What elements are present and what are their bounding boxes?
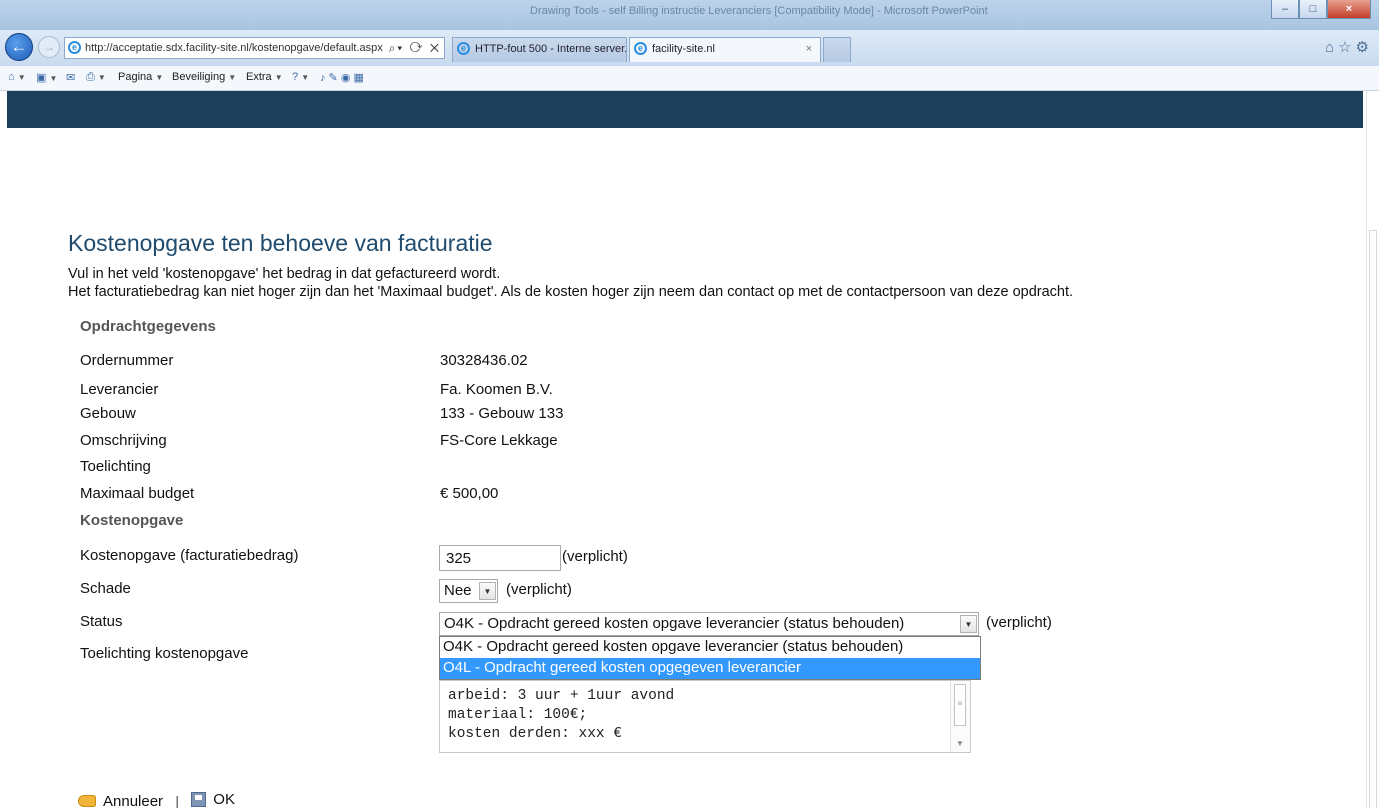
browser-icons: ⌂☆⚙ bbox=[1325, 38, 1373, 56]
budget-value: € 500,00 bbox=[440, 485, 499, 502]
form-actions: Annuleer | OK bbox=[78, 791, 235, 808]
site-header-banner bbox=[7, 91, 1363, 128]
schade-select[interactable]: Nee ▼ bbox=[439, 579, 498, 603]
textarea-scroll-thumb[interactable]: ≡ bbox=[954, 684, 966, 726]
window-titlebar: Drawing Tools - self Billing instructie … bbox=[0, 0, 1379, 30]
schade-required-text: (verplicht) bbox=[506, 581, 572, 598]
feeds-menu[interactable]: ▣ ▼ bbox=[36, 71, 57, 84]
tab-label: facility-site.nl bbox=[652, 43, 715, 55]
maximize-button[interactable]: □ bbox=[1299, 0, 1327, 19]
window-title: Drawing Tools - self Billing instructie … bbox=[530, 5, 988, 17]
leverancier-value: Fa. Koomen B.V. bbox=[440, 381, 553, 398]
save-disk-icon bbox=[191, 792, 207, 807]
print-menu[interactable]: ⎙ ▼ bbox=[86, 71, 106, 84]
feeds-icon: ▣ bbox=[36, 72, 47, 84]
amount-label: Kostenopgave (facturatiebedrag) bbox=[80, 547, 299, 564]
ie-tab-icon: e bbox=[457, 42, 470, 55]
pagina-menu[interactable]: Pagina ▼ bbox=[118, 71, 163, 83]
address-bar[interactable]: e http://acceptatie.sdx.facility-site.nl… bbox=[64, 37, 445, 59]
toelichting-textarea[interactable]: arbeid: 3 uur + 1uur avond materiaal: 10… bbox=[439, 680, 971, 753]
home-icon[interactable]: ⌂ bbox=[1325, 39, 1338, 56]
intro-text-line-1: Vul in het veld 'kostenopgave' het bedra… bbox=[68, 266, 501, 282]
mail-icon: ✉ bbox=[66, 72, 76, 84]
action-separator: | bbox=[175, 794, 180, 808]
address-tools[interactable]: ⌕▾ ⟳ ✕ bbox=[385, 38, 441, 58]
tab-http-error[interactable]: e HTTP-fout 500 - Interne server... bbox=[452, 37, 627, 62]
status-required-text: (verplicht) bbox=[986, 614, 1052, 631]
new-tab-button[interactable] bbox=[823, 37, 851, 62]
toelichting-kostenopgave-label: Toelichting kostenopgave bbox=[80, 645, 249, 662]
budget-label: Maximaal budget bbox=[80, 485, 195, 502]
gear-icon[interactable]: ⚙ bbox=[1356, 39, 1373, 56]
status-select[interactable]: O4K - Opdracht gereed kosten opgave leve… bbox=[439, 612, 979, 636]
section-title-order: Opdrachtgegevens bbox=[80, 318, 216, 335]
ordernummer-value: 30328436.02 bbox=[440, 352, 528, 369]
home-menu[interactable]: ⌂ ▼ bbox=[8, 71, 26, 83]
addon-icons[interactable]: ♪ ✎ ◉ ▦ bbox=[320, 71, 364, 84]
textarea-line: kosten derden: xxx € bbox=[448, 726, 623, 742]
status-option[interactable]: O4K - Opdracht gereed kosten opgave leve… bbox=[440, 637, 980, 658]
tab-label: HTTP-fout 500 - Interne server... bbox=[475, 43, 627, 55]
close-window-button[interactable]: × bbox=[1327, 0, 1371, 19]
gebouw-label: Gebouw bbox=[80, 405, 136, 422]
status-option-highlighted[interactable]: O4L - Opdracht gereed kosten opgegeven l… bbox=[440, 658, 980, 679]
scroll-down-icon[interactable]: ▼ bbox=[956, 739, 964, 748]
leverancier-label: Leverancier bbox=[80, 381, 159, 398]
amount-input[interactable] bbox=[439, 545, 561, 571]
amount-required-text: (verplicht) bbox=[562, 548, 628, 565]
page-title: Kostenopgave ten behoeve van facturatie bbox=[68, 230, 493, 256]
ie-tab-icon: e bbox=[634, 42, 647, 55]
home-icon: ⌂ bbox=[8, 71, 15, 83]
print-icon: ⎙ bbox=[86, 71, 95, 83]
scrollbar-thumb[interactable] bbox=[1369, 230, 1377, 808]
chevron-down-icon[interactable]: ▼ bbox=[479, 582, 496, 600]
ordernummer-label: Ordernummer bbox=[80, 352, 174, 369]
close-tab-icon[interactable]: × bbox=[806, 38, 812, 61]
status-label: Status bbox=[80, 613, 123, 630]
tab-facility-site[interactable]: e facility-site.nl × bbox=[629, 37, 821, 62]
section-title-cost: Kostenopgave bbox=[80, 512, 184, 529]
page-scrollbar[interactable] bbox=[1366, 91, 1379, 808]
favorites-star-icon[interactable]: ☆ bbox=[1338, 39, 1355, 56]
omschrijving-value: FS-Core Lekkage bbox=[440, 432, 558, 449]
cancel-label: Annuleer bbox=[103, 792, 164, 808]
textarea-scrollbar[interactable]: ≡ ▼ bbox=[950, 681, 970, 752]
toelichting-label: Toelichting bbox=[80, 458, 151, 475]
textarea-line: arbeid: 3 uur + 1uur avond bbox=[448, 688, 675, 704]
intro-text-line-2: Het facturatiebedrag kan niet hoger zijn… bbox=[68, 284, 1074, 300]
command-bar: ⌂ ▼ ▣ ▼ ✉ ⎙ ▼ Pagina ▼ Beveiliging ▼ Ext… bbox=[0, 66, 1379, 91]
forward-button[interactable]: → bbox=[38, 36, 60, 58]
status-dropdown-list: O4K - Opdracht gereed kosten opgave leve… bbox=[439, 636, 981, 680]
ie-page-icon: e bbox=[68, 41, 81, 54]
help-icon: ? bbox=[292, 71, 299, 83]
textarea-line: materiaal: 100€; bbox=[448, 707, 588, 723]
schade-label: Schade bbox=[80, 580, 131, 597]
minimize-button[interactable]: – bbox=[1271, 0, 1299, 19]
ok-label: OK bbox=[213, 791, 235, 808]
help-menu[interactable]: ? ▼ bbox=[292, 71, 309, 83]
status-selected-value: O4K - Opdracht gereed kosten opgave leve… bbox=[444, 615, 905, 632]
chevron-down-icon[interactable]: ▼ bbox=[960, 615, 977, 633]
cancel-button[interactable]: Annuleer bbox=[78, 793, 163, 808]
window-controls: – □ × bbox=[1271, 0, 1371, 19]
omschrijving-label: Omschrijving bbox=[80, 432, 167, 449]
gebouw-value: 133 - Gebouw 133 bbox=[440, 405, 564, 422]
browser-toolbar: ← → e http://acceptatie.sdx.facility-sit… bbox=[0, 30, 1379, 66]
back-button[interactable]: ← bbox=[5, 33, 33, 61]
addon-icon: ♪ ✎ ◉ ▦ bbox=[320, 72, 364, 84]
address-url: http://acceptatie.sdx.facility-site.nl/k… bbox=[85, 42, 383, 54]
undo-arrow-icon bbox=[78, 795, 96, 807]
extra-menu[interactable]: Extra ▼ bbox=[246, 71, 283, 83]
beveiliging-menu[interactable]: Beveiliging ▼ bbox=[172, 71, 236, 83]
schade-selected-value: Nee bbox=[444, 582, 472, 599]
ok-button[interactable]: OK bbox=[191, 791, 235, 808]
mail-button[interactable]: ✉ bbox=[66, 71, 75, 84]
